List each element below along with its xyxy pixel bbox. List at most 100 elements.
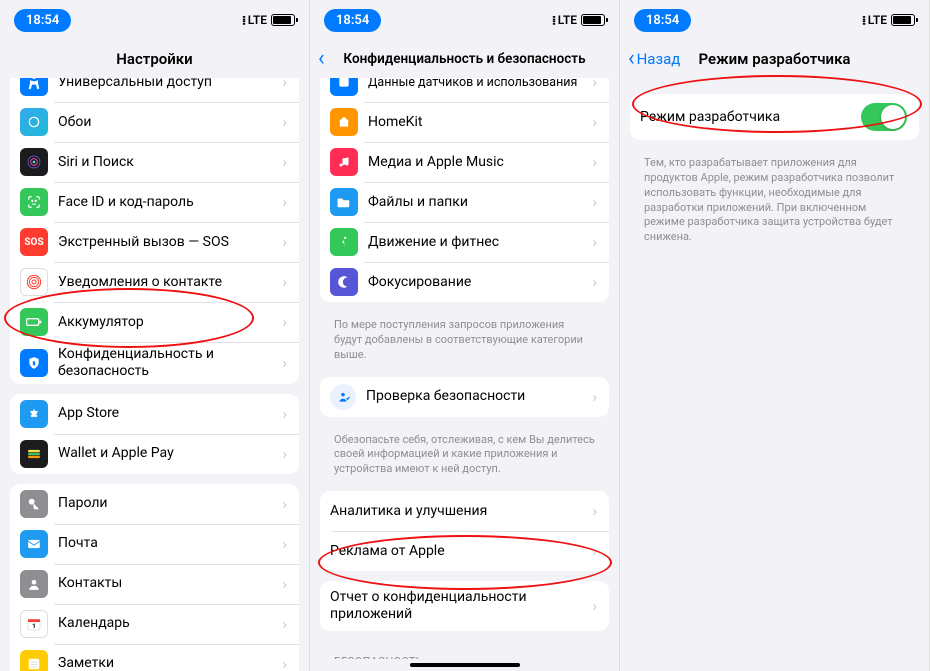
back-label: Назад	[637, 50, 681, 68]
chevron-right-icon: ›	[592, 273, 597, 291]
row-label: Реклама от Apple	[330, 543, 592, 560]
chevron-right-icon: ›	[282, 313, 287, 331]
key-icon	[20, 490, 48, 518]
row-label: Отчет о конфиденциальности приложений	[330, 589, 592, 623]
row-privacy[interactable]: Конфиденциальность и безопасность ›	[10, 342, 299, 384]
chevron-right-icon: ›	[592, 388, 597, 406]
status-bar: 18:54 LTE	[620, 0, 929, 40]
network-label: LTE	[248, 13, 267, 27]
row-label: Конфиденциальность и безопасность	[58, 346, 282, 380]
row-mail[interactable]: Почта ›	[10, 524, 299, 564]
row-privacy-report[interactable]: Отчет о конфиденциальности приложений ›	[320, 581, 609, 631]
chevron-right-icon: ›	[592, 542, 597, 560]
row-homekit[interactable]: HomeKit ›	[320, 102, 609, 142]
row-label: Wallet и Apple Pay	[58, 445, 282, 462]
calendar-icon: 1	[20, 610, 48, 638]
row-accessibility[interactable]: Универсальный доступ ›	[10, 78, 299, 102]
contacts-icon	[20, 570, 48, 598]
wallet-icon	[20, 440, 48, 468]
status-time: 18:54	[634, 9, 691, 32]
chevron-right-icon: ›	[592, 233, 597, 251]
home-indicator[interactable]	[410, 663, 520, 667]
row-label: Медиа и Apple Music	[368, 154, 592, 171]
settings-list[interactable]: Универсальный доступ › Обои › Siri и Пои…	[0, 78, 309, 671]
chevron-right-icon: ›	[282, 193, 287, 211]
chevron-left-icon: ‹	[318, 48, 325, 70]
row-label: Универсальный доступ	[58, 78, 282, 90]
notes-icon	[20, 650, 48, 671]
row-passwords[interactable]: Пароли ›	[10, 484, 299, 524]
chevron-right-icon: ›	[592, 78, 597, 91]
row-label: Уведомления о контакте	[58, 274, 282, 291]
row-fitness[interactable]: Движение и фитнес ›	[320, 222, 609, 262]
row-music[interactable]: Медиа и Apple Music ›	[320, 142, 609, 182]
row-label: Календарь	[58, 615, 282, 632]
focus-icon	[330, 268, 358, 296]
row-sos[interactable]: SOS Экстренный вызов — SOS ›	[10, 222, 299, 262]
row-label: Данные датчиков и использования	[368, 78, 592, 90]
row-exposure[interactable]: Уведомления о контакте ›	[10, 262, 299, 302]
row-calendar[interactable]: 1 Календарь ›	[10, 604, 299, 644]
row-analytics[interactable]: Аналитика и улучшения ›	[320, 491, 609, 531]
row-devmode-toggle[interactable]: Режим разработчика	[630, 94, 919, 140]
row-focus[interactable]: Фокусирование ›	[320, 262, 609, 302]
row-label: Заметки	[58, 655, 282, 671]
row-label: Почта	[58, 535, 282, 552]
back-button[interactable]: ‹	[318, 48, 325, 70]
row-files[interactable]: Файлы и папки ›	[320, 182, 609, 222]
group-safety-check: Проверка безопасности ›	[320, 377, 609, 417]
row-faceid[interactable]: Face ID и код-пароль ›	[10, 182, 299, 222]
appstore-icon	[20, 400, 48, 428]
row-battery[interactable]: Аккумулятор ›	[10, 302, 299, 342]
signal-icon	[552, 13, 553, 28]
row-label: Siri и Поиск	[58, 154, 282, 171]
row-sensor-data[interactable]: Данные датчиков и использования ›	[320, 78, 609, 102]
row-safety-check[interactable]: Проверка безопасности ›	[320, 377, 609, 417]
row-label: Движение и фитнес	[368, 234, 592, 251]
homekit-icon	[330, 108, 358, 136]
devmode-toggle[interactable]	[861, 103, 907, 131]
security-header: БЕЗОПАСНОСТЬ	[320, 641, 609, 659]
safety-check-icon	[330, 384, 356, 410]
chevron-right-icon: ›	[282, 113, 287, 131]
group-devmode-toggle: Режим разработчика	[630, 94, 919, 140]
row-label: Проверка безопасности	[366, 388, 592, 405]
privacy-group-sensors: Данные датчиков и использования › HomeKi…	[320, 78, 609, 302]
chevron-right-icon: ›	[592, 113, 597, 131]
row-label: Аккумулятор	[58, 314, 282, 331]
privacy-list[interactable]: Данные датчиков и использования › HomeKi…	[310, 78, 619, 659]
battery-icon	[271, 14, 295, 26]
row-wallpaper[interactable]: Обои ›	[10, 102, 299, 142]
chevron-right-icon: ›	[282, 153, 287, 171]
sensor-icon	[330, 78, 358, 96]
chevron-right-icon: ›	[592, 597, 597, 615]
chevron-right-icon: ›	[282, 78, 287, 91]
siri-icon	[20, 148, 48, 176]
page-title: Режим разработчика	[699, 50, 851, 68]
row-appstore[interactable]: App Store ›	[10, 394, 299, 434]
row-label: Файлы и папки	[368, 194, 592, 211]
chevron-right-icon: ›	[282, 615, 287, 633]
row-apple-ads[interactable]: Реклама от Apple ›	[320, 531, 609, 571]
row-wallet[interactable]: Wallet и Apple Pay ›	[10, 434, 299, 474]
fitness-icon	[330, 228, 358, 256]
settings-group-apps: Пароли › Почта › Контакты › 1	[10, 484, 299, 671]
network-label: LTE	[558, 13, 577, 27]
row-label: Контакты	[58, 575, 282, 592]
row-notes[interactable]: Заметки ›	[10, 644, 299, 671]
chevron-right-icon: ›	[282, 405, 287, 423]
chevron-right-icon: ›	[282, 655, 287, 671]
row-siri[interactable]: Siri и Поиск ›	[10, 142, 299, 182]
mail-icon	[20, 530, 48, 558]
settings-group-store: App Store › Wallet и Apple Pay ›	[10, 394, 299, 474]
group-analytics: Аналитика и улучшения › Реклама от Apple…	[320, 491, 609, 571]
screen-settings: 18:54 LTE Настройки Универсальный доступ…	[0, 0, 310, 671]
screen-developer-mode: 18:54 LTE ‹ Назад Режим разработчика Реж…	[620, 0, 930, 671]
row-label: Пароли	[58, 495, 282, 512]
row-contacts[interactable]: Контакты ›	[10, 564, 299, 604]
toggle-label: Режим разработчика	[640, 109, 861, 126]
page-title: Настройки	[116, 50, 192, 68]
back-button[interactable]: ‹ Назад	[628, 48, 680, 70]
footer-devmode: Тем, кто разрабатывает приложения для пр…	[630, 150, 919, 249]
svg-text:1: 1	[32, 622, 36, 630]
